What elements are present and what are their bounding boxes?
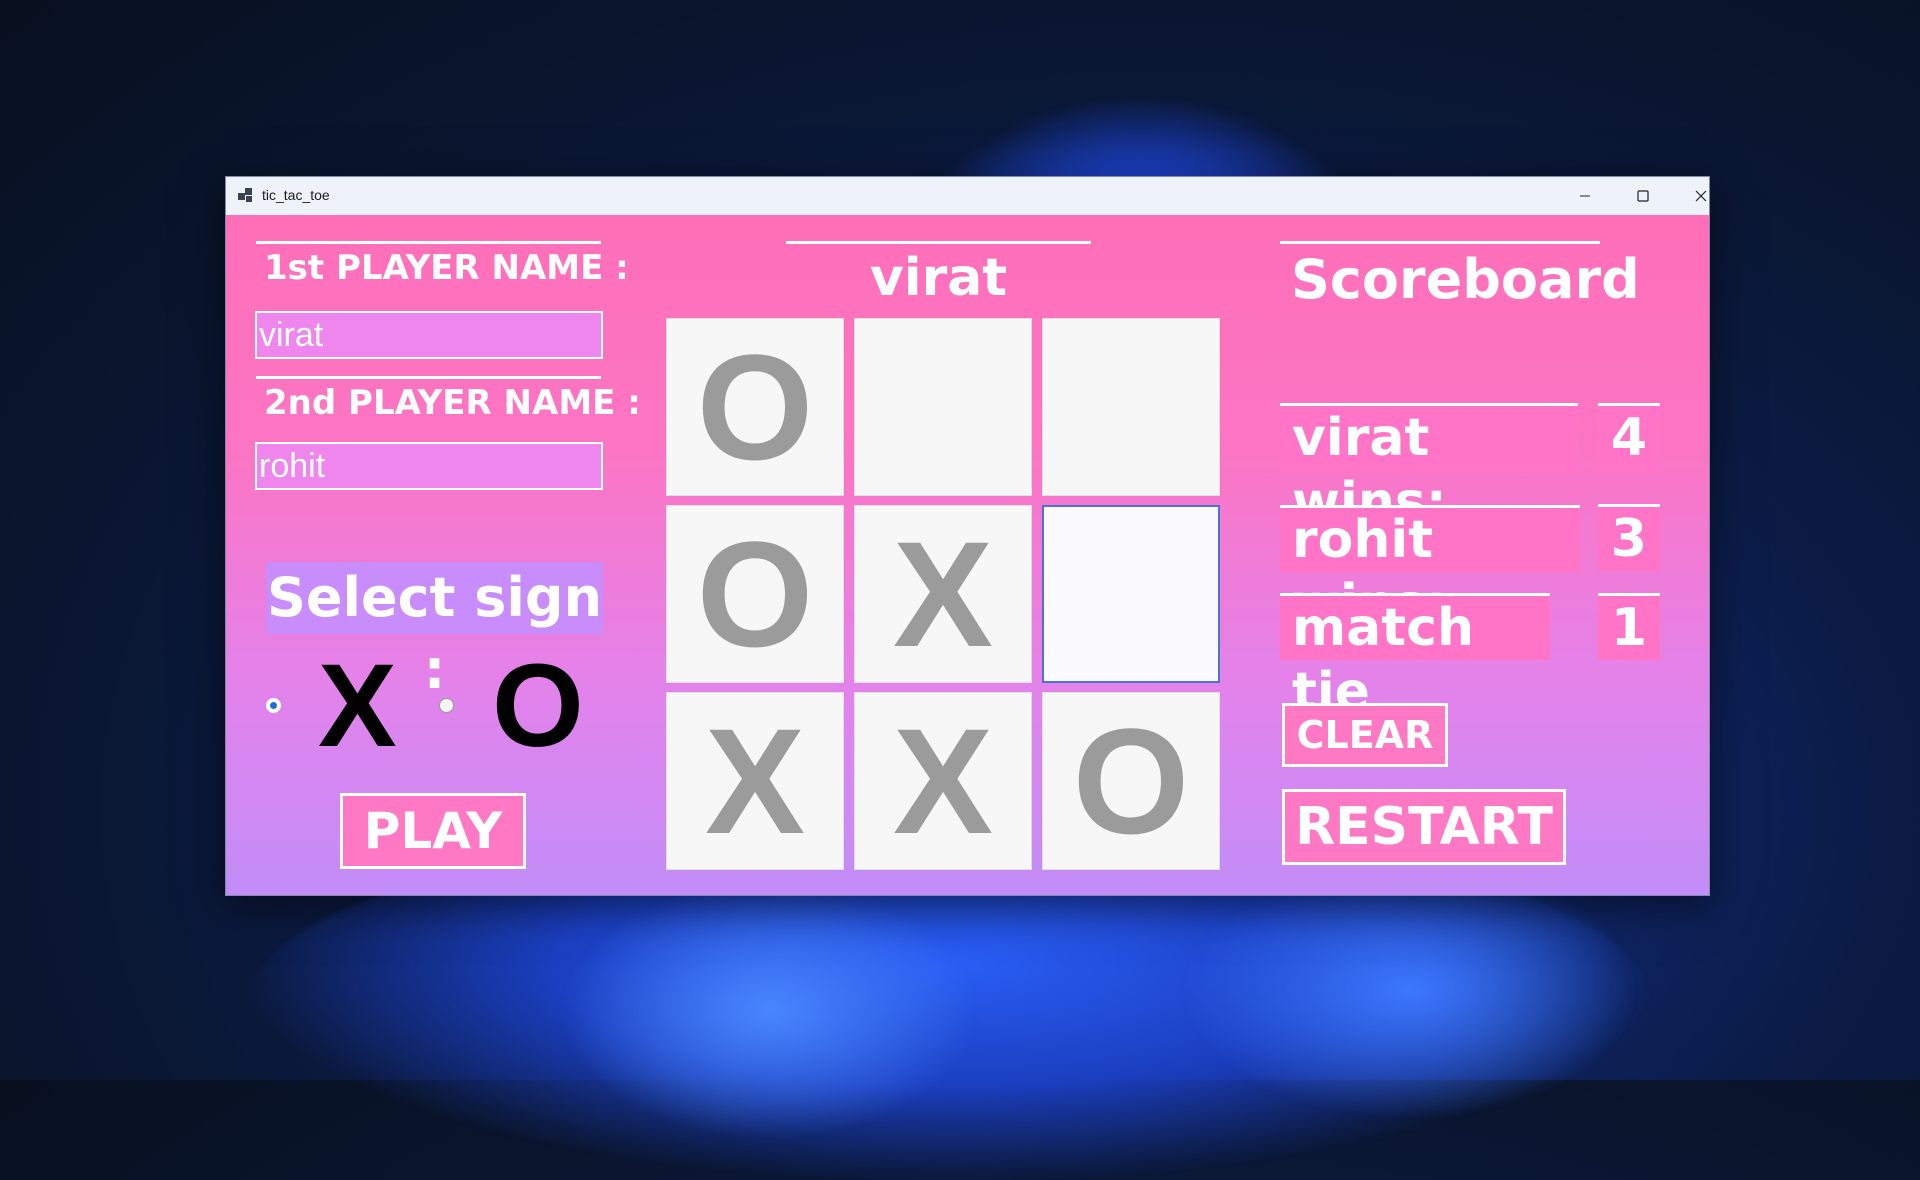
app-icon — [238, 188, 254, 204]
board-cell[interactable] — [1042, 318, 1220, 496]
board-cell[interactable] — [1042, 505, 1220, 683]
select-sign-label: Select sign : — [266, 562, 603, 701]
tie-label: match tie — [1280, 596, 1550, 722]
board-cell[interactable] — [854, 318, 1032, 496]
scoreboard-title: Scoreboard — [1291, 248, 1640, 311]
second-player-label: 2nd PLAYER NAME : — [264, 383, 641, 423]
minimize-icon — [1580, 195, 1590, 197]
player1-wins-label: virat wins: — [1280, 406, 1578, 532]
window-title: tic_tac_toe — [262, 187, 330, 203]
sign-x-radio[interactable] — [266, 698, 281, 713]
board-cell[interactable]: O — [1042, 692, 1220, 870]
player2-wins-label: rohit wins: — [1280, 508, 1580, 634]
player2-wins-value: 3 — [1598, 507, 1660, 571]
maximize-button[interactable] — [1614, 177, 1672, 215]
sign-x-option[interactable]: X — [318, 647, 397, 765]
board-cell[interactable]: X — [666, 692, 844, 870]
restart-button[interactable]: RESTART — [1282, 789, 1566, 865]
close-button[interactable] — [1672, 177, 1730, 215]
app-window: tic_tac_toe 1st PLAYER NAME : 2nd PLAYER… — [225, 176, 1710, 896]
divider — [1280, 241, 1600, 244]
tie-value: 1 — [1598, 596, 1660, 660]
first-player-label: 1st PLAYER NAME : — [264, 248, 629, 288]
maximize-icon — [1637, 190, 1649, 202]
title-bar[interactable]: tic_tac_toe — [226, 177, 1709, 215]
board-cell[interactable]: X — [854, 692, 1032, 870]
sign-o-radio[interactable] — [439, 698, 454, 713]
minimize-button[interactable] — [1556, 177, 1614, 215]
player1-wins-value: 4 — [1598, 406, 1660, 470]
divider — [256, 241, 601, 244]
game-area: 1st PLAYER NAME : 2nd PLAYER NAME : Sele… — [226, 215, 1709, 895]
wallpaper-bloom — [1180, 860, 1640, 1120]
play-button[interactable]: PLAY — [340, 793, 526, 869]
first-player-input[interactable] — [255, 311, 603, 359]
clear-button[interactable]: CLEAR — [1282, 703, 1448, 767]
close-icon — [1695, 190, 1707, 202]
board-cell[interactable]: X — [854, 505, 1032, 683]
sign-o-option[interactable]: O — [492, 647, 584, 765]
wallpaper-bloom — [560, 880, 980, 1140]
board-cell[interactable]: O — [666, 505, 844, 683]
board-cell[interactable]: O — [666, 318, 844, 496]
divider — [256, 376, 601, 379]
second-player-input[interactable] — [255, 442, 603, 490]
